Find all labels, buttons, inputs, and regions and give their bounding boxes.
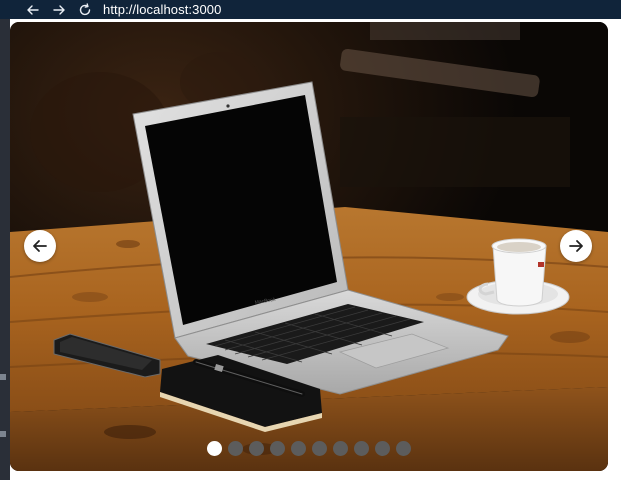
background-window-strip: [0, 19, 10, 480]
carousel-dot-9[interactable]: [375, 441, 390, 456]
image-carousel: MacBook: [10, 22, 608, 471]
strip-mark: [0, 431, 6, 437]
carousel-dot-6[interactable]: [312, 441, 327, 456]
reload-button[interactable]: [75, 0, 95, 19]
carousel-dot-10[interactable]: [396, 441, 411, 456]
arrow-left-icon: [33, 240, 47, 252]
carousel-dot-8[interactable]: [354, 441, 369, 456]
carousel-next-button[interactable]: [560, 230, 592, 262]
carousel-dot-7[interactable]: [333, 441, 348, 456]
address-bar[interactable]: http://localhost:3000: [103, 2, 221, 17]
forward-button[interactable]: [49, 0, 69, 19]
strip-mark: [0, 374, 6, 380]
carousel-prev-button[interactable]: [24, 230, 56, 262]
carousel-dot-1[interactable]: [207, 441, 222, 456]
carousel-pagination: [10, 441, 608, 456]
back-button[interactable]: [23, 0, 43, 19]
browser-toolbar: http://localhost:3000: [0, 0, 621, 19]
slide-image: MacBook: [10, 22, 608, 471]
carousel-dot-5[interactable]: [291, 441, 306, 456]
carousel-dot-4[interactable]: [270, 441, 285, 456]
reload-icon: [79, 2, 91, 15]
arrow-right-icon: [569, 240, 583, 252]
carousel-dot-2[interactable]: [228, 441, 243, 456]
arrow-right-icon: [53, 4, 65, 15]
arrow-left-icon: [27, 4, 39, 15]
carousel-dot-3[interactable]: [249, 441, 264, 456]
